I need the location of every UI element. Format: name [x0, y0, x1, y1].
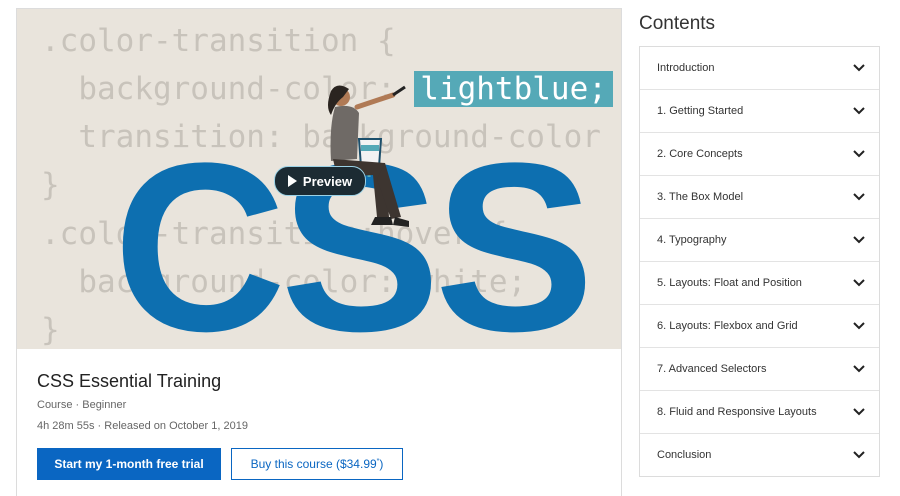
chevron-down-icon [853, 408, 865, 416]
chevron-down-icon [853, 451, 865, 459]
toc-item-label: 7. Advanced Selectors [657, 363, 767, 375]
buy-course-button[interactable]: Buy this course ($34.99*) [231, 448, 403, 480]
chevron-down-icon [853, 107, 865, 115]
toc-item-label: Introduction [657, 62, 715, 74]
chevron-down-icon [853, 279, 865, 287]
toc-item-box-model[interactable]: 3. The Box Model [640, 176, 879, 219]
buy-course-close: ) [379, 457, 384, 471]
toc-item-fluid-responsive[interactable]: 8. Fluid and Responsive Layouts [640, 391, 879, 434]
course-card: .color-transition { background-color: li… [16, 8, 622, 496]
buy-course-label: Buy this course ($34.99 [250, 457, 377, 471]
toc-item-flexbox-grid[interactable]: 6. Layouts: Flexbox and Grid [640, 305, 879, 348]
code-line-7: } [41, 312, 60, 348]
painter-illustration [328, 85, 409, 227]
code-line-1: .color-transition { [41, 23, 396, 59]
preview-label: Preview [302, 173, 353, 189]
toc-item-label: 3. The Box Model [657, 191, 744, 203]
course-type-level: Course · Beginner [37, 399, 127, 411]
contents-heading: Contents [639, 13, 716, 34]
preview-button[interactable]: Preview [274, 166, 366, 196]
start-free-trial-button[interactable]: Start my 1-month free trial [37, 448, 221, 480]
course-title: CSS Essential Training [37, 371, 222, 391]
toc-item-float-position[interactable]: 5. Layouts: Float and Position [640, 262, 879, 305]
chevron-down-icon [853, 64, 865, 72]
chevron-down-icon [853, 365, 865, 373]
toc-item-introduction[interactable]: Introduction [640, 47, 879, 90]
toc-item-conclusion[interactable]: Conclusion [640, 434, 879, 476]
code-line-4: } [41, 167, 60, 203]
contents-list: Introduction 1. Getting Started 2. Core … [639, 46, 880, 477]
toc-item-label: 5. Layouts: Float and Position [657, 277, 802, 289]
chevron-down-icon [853, 236, 865, 244]
chevron-down-icon [853, 193, 865, 201]
toc-item-label: 4. Typography [657, 234, 727, 246]
chevron-down-icon [853, 150, 865, 158]
code-highlight: lightblue; [414, 71, 613, 107]
chevron-down-icon [853, 322, 865, 330]
toc-item-label: 2. Core Concepts [657, 148, 743, 160]
toc-item-label: Conclusion [657, 449, 712, 461]
course-duration-release: 4h 28m 55s · Released on October 1, 2019 [37, 420, 248, 432]
toc-item-label: 6. Layouts: Flexbox and Grid [657, 320, 798, 332]
course-hero-image[interactable]: .color-transition { background-color: li… [17, 9, 621, 349]
toc-item-advanced-selectors[interactable]: 7. Advanced Selectors [640, 348, 879, 391]
play-icon [287, 175, 297, 187]
toc-item-label: 1. Getting Started [657, 105, 744, 117]
toc-item-core-concepts[interactable]: 2. Core Concepts [640, 133, 879, 176]
toc-item-typography[interactable]: 4. Typography [640, 219, 879, 262]
toc-item-getting-started[interactable]: 1. Getting Started [640, 90, 879, 133]
toc-item-label: 8. Fluid and Responsive Layouts [657, 406, 817, 418]
